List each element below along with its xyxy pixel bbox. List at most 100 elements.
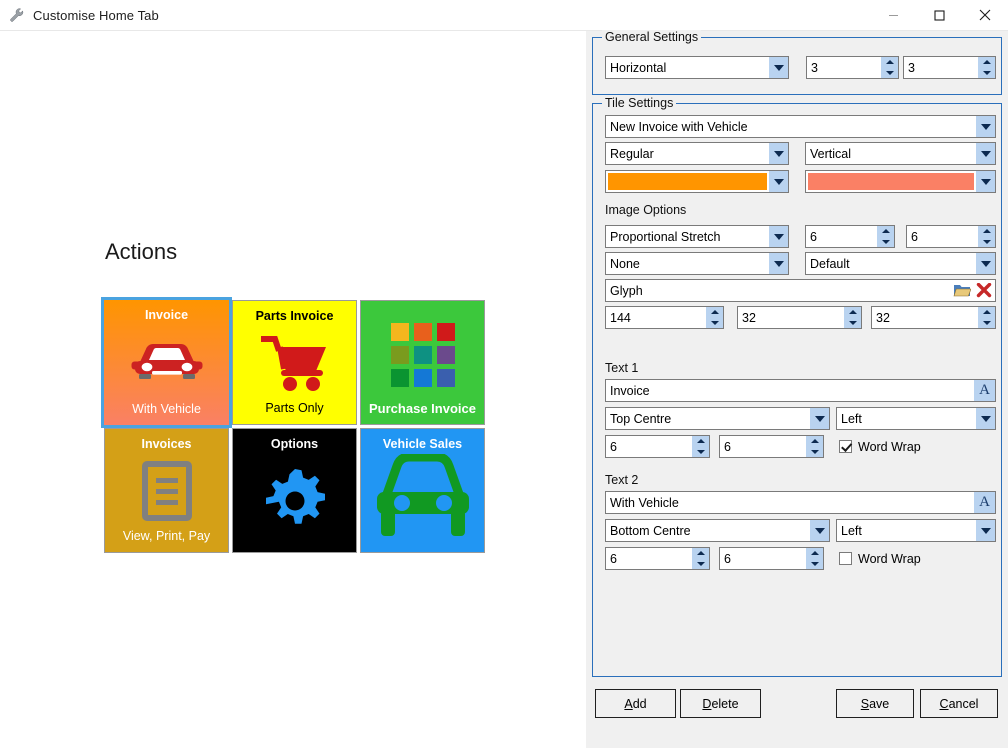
chevron-down-icon[interactable] [769, 253, 788, 274]
image-margin-x-value: 6 [810, 229, 817, 244]
wrench-icon [9, 7, 25, 23]
image-margin-y-stepper[interactable]: 6 [906, 225, 996, 248]
font-icon[interactable]: A [974, 380, 995, 401]
stretch-mode-dropdown[interactable]: Proportional Stretch [605, 225, 789, 248]
text2-input[interactable]: With Vehicle A [605, 491, 996, 514]
margin-y-decrement-icon[interactable] [978, 236, 995, 247]
text1-position-dropdown[interactable]: Top Centre [605, 407, 830, 430]
text1-offset-y-increment-icon[interactable] [806, 436, 823, 447]
glyph-width-decrement-icon[interactable] [844, 317, 861, 328]
glyph-index-stepper[interactable]: 144 [605, 306, 724, 329]
glyph-height-increment-icon[interactable] [978, 307, 995, 318]
folder-open-icon[interactable] [951, 280, 973, 301]
rows-decrement-icon[interactable] [978, 67, 995, 78]
add-button[interactable]: Add [595, 689, 676, 718]
chevron-down-icon[interactable] [769, 57, 788, 78]
text1-offset-x-stepper[interactable]: 6 [605, 435, 710, 458]
tile-parts-invoice[interactable]: Parts Invoice Parts Only [232, 300, 357, 425]
tile-options[interactable]: Options [232, 428, 357, 553]
glyph-index-decrement-icon[interactable] [706, 317, 723, 328]
tile-vehicle-sales[interactable]: Vehicle Sales [360, 428, 485, 553]
orientation-dropdown[interactable]: Horizontal [605, 56, 789, 79]
tile-invoices[interactable]: Invoices View, Print, Pay [104, 428, 229, 553]
tile-name-dropdown[interactable]: New Invoice with Vehicle [605, 115, 996, 138]
rows-increment-icon[interactable] [978, 57, 995, 68]
color-end-swatch [808, 173, 974, 190]
text1-offset-y-stepper[interactable]: 6 [719, 435, 824, 458]
chevron-down-icon[interactable] [810, 408, 829, 429]
text2-offset-y-increment-icon[interactable] [806, 548, 823, 559]
text1-alignment-dropdown[interactable]: Left [836, 407, 996, 430]
image-source-field[interactable]: Glyph [605, 279, 996, 302]
tile-caption-bottom: View, Print, Pay [122, 529, 211, 543]
text2-offset-y-stepper[interactable]: 6 [719, 547, 824, 570]
chevron-down-icon[interactable] [976, 171, 995, 192]
text2-alignment-dropdown[interactable]: Left [836, 519, 996, 542]
text2-offset-x-value: 6 [610, 551, 617, 566]
chevron-down-icon[interactable] [976, 116, 995, 137]
close-button[interactable] [962, 0, 1008, 31]
cancel-button[interactable]: Cancel [920, 689, 998, 718]
chevron-down-icon[interactable] [976, 143, 995, 164]
glyph-index-increment-icon[interactable] [706, 307, 723, 318]
window-title-bar: Customise Home Tab [0, 0, 1008, 31]
maximize-button[interactable] [916, 0, 962, 31]
tile-purchase-invoice[interactable]: Purchase Invoice [360, 300, 485, 425]
text2-word-wrap-checkbox[interactable]: Word Wrap [839, 548, 921, 569]
text1-offset-x-decrement-icon[interactable] [692, 446, 709, 457]
font-icon[interactable]: A [974, 492, 995, 513]
color-end-picker[interactable] [805, 170, 996, 193]
glyph-height-stepper[interactable]: 32 [871, 306, 996, 329]
image-quality-value: Default [810, 256, 850, 271]
image-effect-value: None [610, 256, 640, 271]
gradient-direction-dropdown[interactable]: Vertical [805, 142, 996, 165]
checkbox-indicator[interactable] [839, 552, 852, 565]
tile-invoice-with-vehicle[interactable]: Invoice With Vehicle [101, 297, 232, 428]
chevron-down-icon[interactable] [976, 520, 995, 541]
text2-offset-y-decrement-icon[interactable] [806, 558, 823, 569]
glyph-width-stepper[interactable]: 32 [737, 306, 862, 329]
add-button-label: Add [624, 696, 647, 711]
text2-offset-x-stepper[interactable]: 6 [605, 547, 710, 570]
minimize-button[interactable] [870, 0, 916, 31]
text1-value: Invoice [610, 383, 650, 398]
delete-button[interactable]: Delete [680, 689, 761, 718]
margin-x-decrement-icon[interactable] [877, 236, 894, 247]
chevron-down-icon[interactable] [769, 226, 788, 247]
delete-red-x-icon[interactable] [973, 280, 995, 301]
gradient-direction-value: Vertical [810, 146, 851, 161]
chevron-down-icon[interactable] [769, 143, 788, 164]
chevron-down-icon[interactable] [769, 171, 788, 192]
text2-offset-x-increment-icon[interactable] [692, 548, 709, 559]
cancel-button-label: Cancel [939, 696, 979, 711]
text2-offset-x-decrement-icon[interactable] [692, 558, 709, 569]
glyph-width-increment-icon[interactable] [844, 307, 861, 318]
text2-word-wrap-label: Word Wrap [858, 551, 921, 566]
save-button[interactable]: Save [836, 689, 914, 718]
text1-offset-y-value: 6 [724, 439, 731, 454]
chevron-down-icon[interactable] [976, 408, 995, 429]
tile-size-dropdown[interactable]: Regular [605, 142, 789, 165]
delete-button-label: Delete [702, 696, 739, 711]
margin-y-increment-icon[interactable] [978, 226, 995, 237]
image-margin-x-stepper[interactable]: 6 [805, 225, 895, 248]
color-start-picker[interactable] [605, 170, 789, 193]
margin-x-increment-icon[interactable] [877, 226, 894, 237]
glyph-height-decrement-icon[interactable] [978, 317, 995, 328]
text1-offset-y-decrement-icon[interactable] [806, 446, 823, 457]
chevron-down-icon[interactable] [976, 253, 995, 274]
orientation-value: Horizontal [610, 60, 667, 75]
text2-label: Text 2 [605, 473, 639, 487]
columns-decrement-icon[interactable] [881, 67, 898, 78]
text1-offset-x-increment-icon[interactable] [692, 436, 709, 447]
rows-stepper[interactable]: 3 [903, 56, 996, 79]
columns-stepper[interactable]: 3 [806, 56, 899, 79]
text1-word-wrap-checkbox[interactable]: Word Wrap [839, 436, 921, 457]
columns-increment-icon[interactable] [881, 57, 898, 68]
text1-input[interactable]: Invoice A [605, 379, 996, 402]
chevron-down-icon[interactable] [810, 520, 829, 541]
text2-position-dropdown[interactable]: Bottom Centre [605, 519, 830, 542]
image-quality-dropdown[interactable]: Default [805, 252, 996, 275]
checkbox-indicator[interactable] [839, 440, 852, 453]
image-effect-dropdown[interactable]: None [605, 252, 789, 275]
